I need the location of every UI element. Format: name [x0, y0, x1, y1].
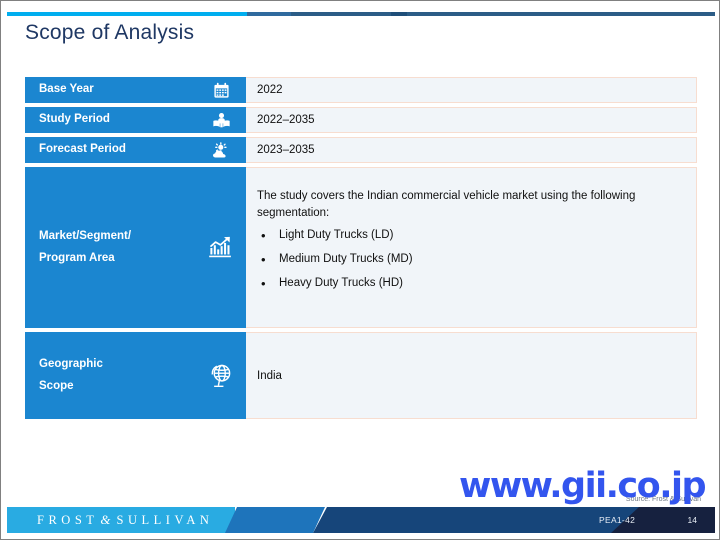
row-label-forecast-period: Forecast Period	[25, 137, 246, 163]
page-title: Scope of Analysis	[25, 21, 195, 44]
list-item: Medium Duty Trucks (MD)	[257, 252, 413, 267]
row-label-text: Base Year	[39, 83, 94, 96]
globe-stand-icon	[206, 363, 236, 389]
row-label-line2: Program Area	[39, 251, 115, 264]
segmentation-bullet-list: Light Duty Trucks (LD) Medium Duty Truck…	[257, 228, 413, 300]
page-number: 14	[687, 515, 697, 525]
row-value-base-year: 2022	[246, 77, 697, 103]
footer-band-mid-blue	[225, 507, 325, 533]
bar-chart-growth-icon	[206, 236, 236, 260]
row-label-study-period: Study Period	[25, 107, 246, 133]
list-item: Heavy Duty Trucks (HD)	[257, 276, 413, 291]
top-accent-segment-5	[407, 12, 715, 16]
document-code: PEA1-42	[599, 515, 636, 525]
top-accent-segment-2	[247, 12, 291, 16]
row-label-text: Forecast Period	[39, 143, 126, 156]
brand-first-word: FROST	[37, 512, 99, 527]
row-label-geographic-scope: Geographic Scope	[25, 332, 246, 419]
footer-band-navy-right	[653, 507, 715, 533]
brand-last-word: SULLIVAN	[116, 512, 214, 527]
table-row: Geographic Scope India	[25, 332, 697, 419]
person-reading-book-icon	[206, 112, 236, 129]
table-row: Market/Segment/ Program Area The study c…	[25, 167, 697, 328]
segmentation-intro-text: The study covers the Indian commercial v…	[257, 190, 636, 219]
sun-cloud-forecast-icon	[206, 141, 236, 159]
top-accent-bar	[7, 12, 715, 16]
watermark-url: www.gii.co.jp	[459, 466, 707, 506]
calendar-icon	[206, 82, 236, 99]
row-label-line1: Geographic	[39, 357, 103, 370]
row-label-base-year: Base Year	[25, 77, 246, 103]
list-item: Light Duty Trucks (LD)	[257, 228, 413, 243]
row-value-market-segment: The study covers the Indian commercial v…	[246, 167, 697, 328]
row-value-forecast-period: 2023–2035	[246, 137, 697, 163]
row-value-study-period: 2022–2035	[246, 107, 697, 133]
row-label-text-group: Geographic Scope	[39, 354, 103, 398]
row-label-text-group: Market/Segment/ Program Area	[39, 226, 131, 270]
table-row: Study Period 2022–2035	[25, 107, 697, 133]
top-accent-segment-4	[391, 12, 407, 16]
row-value-geographic-scope: India	[246, 332, 697, 419]
table-row: Forecast Period 2023–2035	[25, 137, 697, 163]
slide-canvas: Scope of Analysis Base Year 2022 Study P…	[0, 0, 720, 540]
scope-table: Base Year 2022 Study Period 2022–2035 Fo…	[25, 77, 697, 423]
row-label-line2: Scope	[39, 379, 74, 392]
row-label-text: Study Period	[39, 113, 110, 126]
row-label-line1: Market/Segment/	[39, 229, 132, 242]
top-accent-segment-3	[291, 12, 391, 16]
row-label-market-segment: Market/Segment/ Program Area	[25, 167, 246, 328]
top-accent-segment-cyan	[7, 12, 247, 16]
brand-ampersand: &	[100, 512, 111, 527]
table-row: Base Year 2022	[25, 77, 697, 103]
slide-footer: FROST & SULLIVAN PEA1-42 14	[7, 507, 715, 533]
frost-sullivan-logo: FROST & SULLIVAN	[37, 507, 213, 533]
